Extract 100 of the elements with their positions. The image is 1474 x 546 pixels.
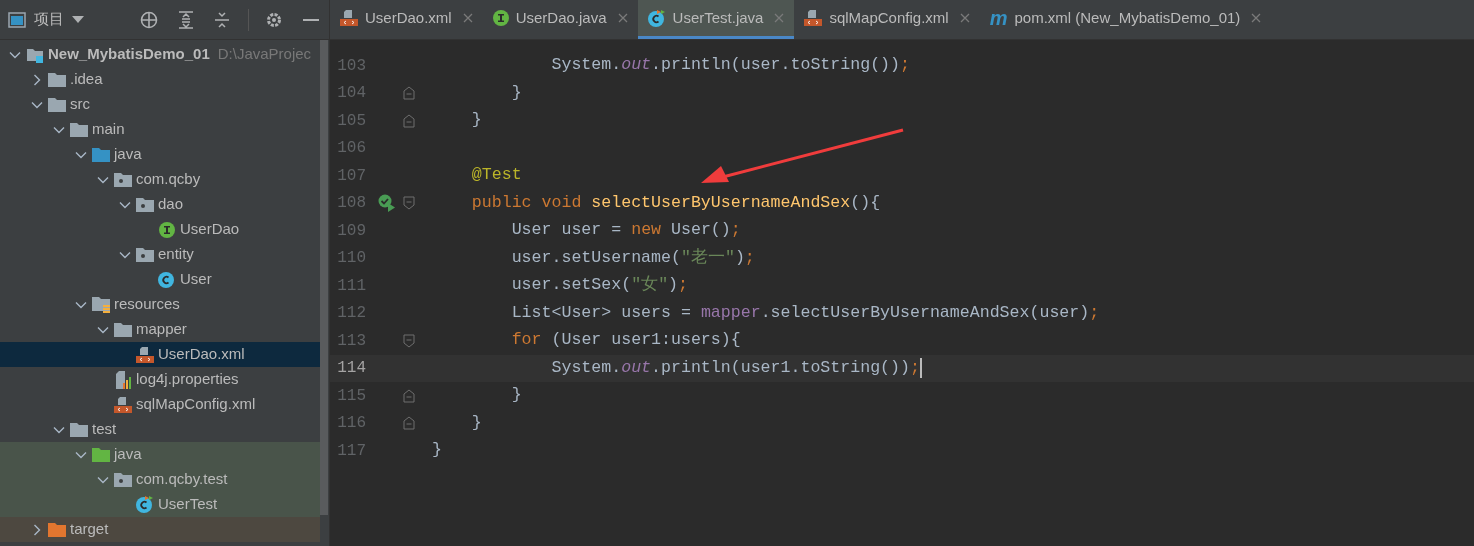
tree-item[interactable]: entity [0, 242, 320, 267]
panel-title: 项目 [34, 9, 64, 30]
tree-item-label: com.qcby [136, 169, 201, 190]
tree-item-label: main [92, 119, 125, 140]
tree-item-label: src [70, 94, 90, 115]
fold-icon[interactable] [403, 113, 415, 128]
code-line: @Test [470, 167, 522, 185]
code-line: } [510, 387, 522, 405]
editor-tab[interactable]: sqlMapConfig.xml [794, 0, 980, 39]
line-number: 109 [336, 220, 366, 242]
tree-item[interactable]: resources [0, 292, 320, 317]
code-line: } [432, 442, 442, 460]
tree-item-label: dao [158, 194, 184, 215]
tree-item-label: entity [158, 244, 194, 265]
editor-tab[interactable]: UserTest.java [637, 0, 795, 39]
scrollbar[interactable] [320, 40, 328, 515]
line-number: 106 [336, 138, 366, 160]
chevron-right-icon[interactable] [31, 523, 43, 536]
tree-item[interactable]: mapper [0, 317, 320, 342]
tree-item-label: sqlMapConfig.xml [136, 394, 256, 415]
fold-icon[interactable] [403, 86, 415, 101]
fold-icon[interactable] [403, 196, 415, 211]
tree-item-label: com.qcby.test [136, 469, 228, 490]
package-icon [114, 472, 132, 487]
folder-icon [48, 522, 66, 537]
folder-icon [114, 322, 132, 337]
editor-tab[interactable]: UserDao.java [482, 0, 638, 39]
code-line: System.out.println(user.toString()); [550, 57, 910, 75]
code-line: } [510, 84, 522, 102]
folder-icon [70, 422, 88, 437]
tree-item[interactable]: New_MybatisDemo_01 D:\JavaProjec [0, 42, 320, 67]
code-line: } [470, 414, 482, 432]
project-path: D:\JavaProjec [217, 44, 312, 65]
tree-item[interactable]: sqlMapConfig.xml [0, 392, 320, 417]
line-number: 117 [336, 440, 366, 462]
expand-all-icon[interactable] [178, 10, 194, 29]
close-icon[interactable] [617, 13, 628, 23]
line-number: 116 [336, 413, 366, 435]
tree-item[interactable]: java [0, 442, 320, 467]
fold-icon[interactable] [403, 416, 415, 431]
close-icon[interactable] [462, 13, 473, 23]
line-number: 112 [336, 303, 366, 325]
code-line: user.setUsername("老一"); [510, 249, 755, 267]
tree-item[interactable]: com.qcby.test [0, 467, 320, 492]
xml-file-icon [804, 10, 823, 26]
tree-item[interactable]: main [0, 117, 320, 142]
tree-item[interactable]: log4j.properties [0, 367, 320, 392]
line-number: 108 [336, 193, 366, 215]
tree-item[interactable]: UserDao.xml [0, 342, 320, 367]
xml-file-icon [136, 346, 154, 363]
tree-item[interactable]: target [0, 517, 320, 542]
class-icon [158, 271, 176, 288]
fold-icon[interactable] [403, 388, 415, 403]
tree-item[interactable]: User [0, 267, 320, 292]
tree-item[interactable]: .idea [0, 67, 320, 92]
tree-item-label: log4j.properties [136, 369, 239, 390]
editor-tab[interactable]: m pom.xml (New_MybatisDemo_01) [979, 0, 1272, 39]
line-number: 113 [336, 330, 366, 352]
code-line: System.out.println(user1.toString()); [550, 359, 920, 377]
module-folder-icon [26, 46, 44, 63]
tree-item[interactable]: test [0, 417, 320, 442]
tree-item[interactable]: java [0, 142, 320, 167]
tree-item-label: test [92, 419, 117, 440]
line-number: 115 [336, 385, 366, 407]
package-icon [136, 197, 154, 212]
folder-icon [48, 97, 66, 112]
locate-icon[interactable] [140, 10, 158, 29]
tree-item[interactable]: UserDao [0, 217, 320, 242]
tree-item[interactable]: com.qcby [0, 167, 320, 192]
xml-file-icon [340, 10, 358, 26]
code-line: public void selectUserByUsernameAndSex(){ [470, 194, 881, 212]
tree-item-label: java [114, 144, 142, 165]
settings-icon[interactable] [265, 10, 283, 29]
tree-item[interactable]: UserTest [0, 492, 320, 517]
code-line: user.setSex("女"); [510, 277, 689, 295]
interface-icon [492, 10, 509, 26]
tree-item-label: UserTest [158, 494, 218, 515]
editor-tab[interactable]: UserDao.xml [330, 0, 483, 39]
class-icon [647, 9, 666, 27]
line-number: 103 [336, 55, 366, 77]
collapse-all-icon[interactable] [214, 10, 230, 29]
package-icon [114, 172, 132, 187]
chevron-right-icon[interactable] [31, 73, 43, 86]
code-line: List<User> users = mapper.selectUserByUsernameAndSex(user); [510, 304, 1100, 322]
properties-file-icon [114, 370, 132, 389]
tree-item-label: java [114, 444, 142, 465]
close-icon[interactable] [1251, 13, 1262, 23]
resources-folder-icon [92, 296, 110, 313]
line-number: 104 [336, 83, 366, 105]
tree-item[interactable]: dao [0, 192, 320, 217]
maven-icon: m [989, 8, 1008, 28]
tree-item-label: New_MybatisDemo_01 [48, 44, 210, 65]
folder-icon [70, 122, 88, 137]
fold-icon[interactable] [403, 333, 415, 348]
interface-icon [159, 221, 175, 238]
caret-icon[interactable] [72, 15, 84, 24]
close-icon[interactable] [959, 13, 970, 23]
code-line: User user = new User(); [510, 222, 741, 240]
run-test-icon[interactable] [378, 194, 396, 213]
tree-item[interactable]: src [0, 92, 320, 117]
